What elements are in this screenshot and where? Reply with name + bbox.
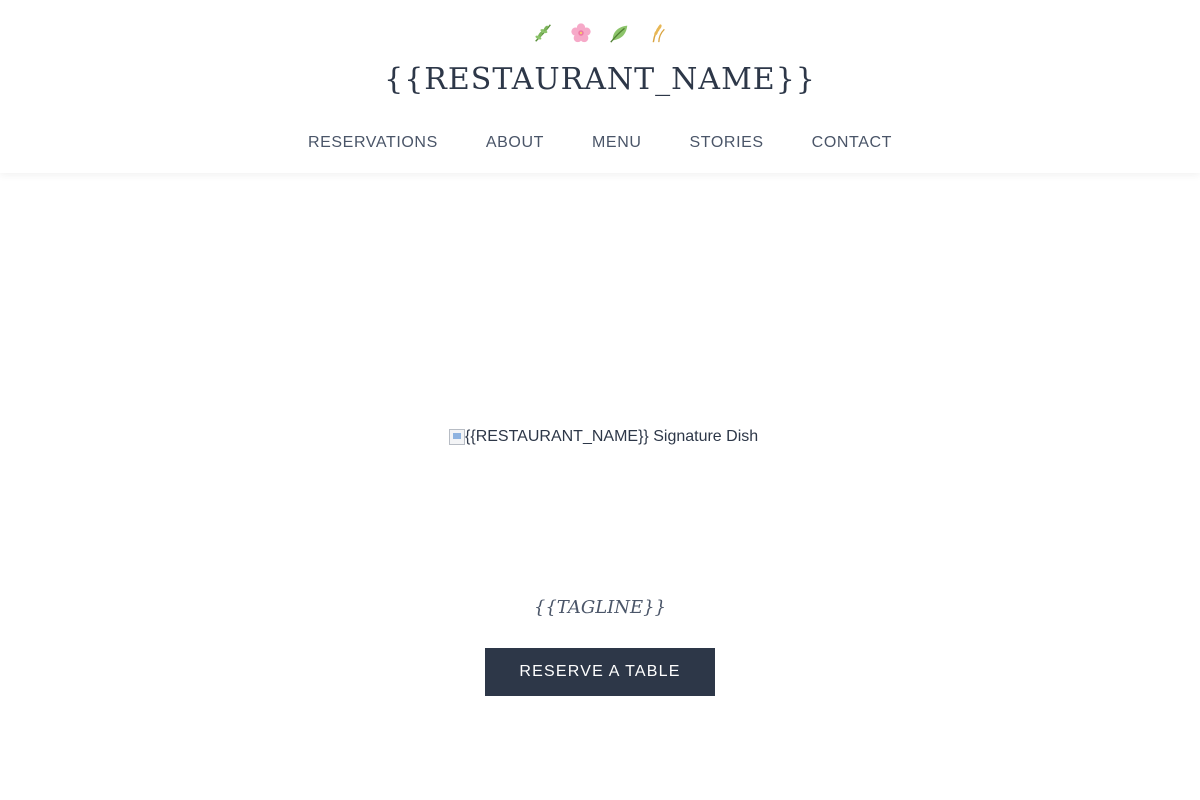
site-header: {{RESTAURANT_NAME}} RESERVATIONS ABOUT M…: [0, 0, 1200, 173]
leaf-icon: [610, 25, 628, 43]
restaurant-name: {{RESTAURANT_NAME}}: [384, 62, 816, 97]
hero-image: {{RESTAURANT_NAME}} Signature Dish: [449, 426, 758, 448]
nav-about[interactable]: ABOUT: [486, 133, 544, 153]
hero-image-alt-text: {{RESTAURANT_NAME}} Signature Dish: [465, 428, 759, 445]
cherry-blossom-icon: [571, 23, 591, 43]
reserve-table-button[interactable]: RESERVE A TABLE: [485, 648, 715, 696]
wheat-icon: [652, 24, 665, 43]
tagline: {{TAGLINE}}: [533, 597, 667, 618]
broken-image-icon: [449, 429, 465, 445]
herb-icon: [535, 24, 551, 42]
nav-reservations[interactable]: RESERVATIONS: [308, 133, 438, 153]
main-nav: RESERVATIONS ABOUT MENU STORIES CONTACT: [0, 133, 1200, 153]
hero-section: {{RESTAURANT_NAME}} Signature Dish {{TAG…: [0, 173, 1200, 800]
decor-icon-row: [0, 20, 1200, 46]
nav-stories[interactable]: STORIES: [690, 133, 764, 153]
nav-menu[interactable]: MENU: [592, 133, 642, 153]
nav-contact[interactable]: CONTACT: [812, 133, 892, 153]
